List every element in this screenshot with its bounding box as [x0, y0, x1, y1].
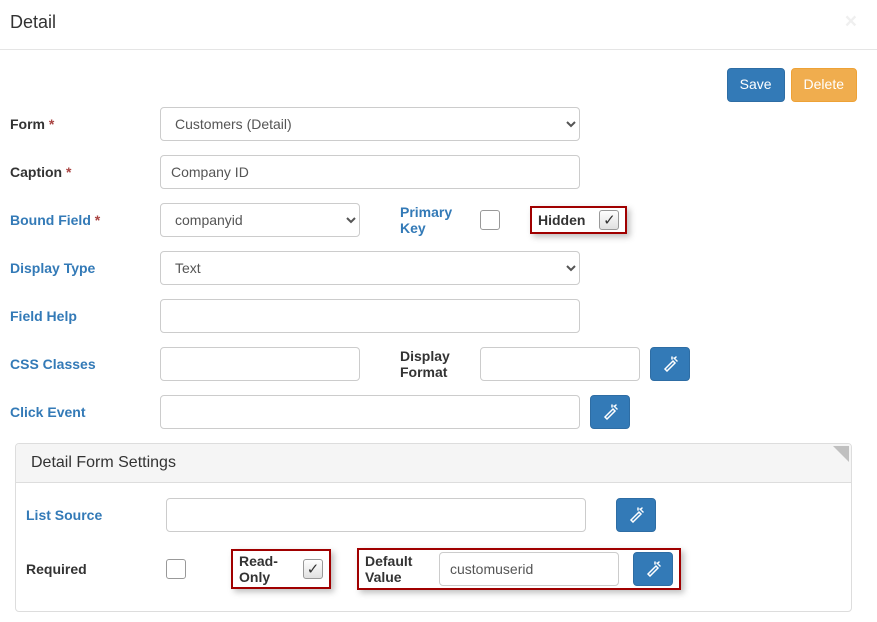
display-format-input[interactable] [480, 347, 640, 381]
primary-key-checkbox[interactable] [480, 210, 500, 230]
label-display-format: Display Format [400, 348, 470, 380]
label-hidden: Hidden [538, 212, 585, 228]
click-event-wizard-button[interactable] [590, 395, 630, 429]
required-checkbox[interactable] [166, 559, 186, 579]
label-primary-key[interactable]: Primary Key [400, 204, 470, 236]
magic-wand-icon [602, 404, 618, 420]
read-only-checkbox[interactable]: ✓ [303, 559, 323, 579]
caption-input[interactable] [160, 155, 580, 189]
magic-wand-icon [645, 561, 661, 577]
action-bar: Save Delete [0, 50, 877, 102]
scroll-indicator [833, 446, 849, 462]
label-caption: Caption * [10, 164, 160, 180]
list-source-wizard-button[interactable] [616, 498, 656, 532]
label-required: Required [26, 561, 166, 577]
detail-form-settings-panel: Detail Form Settings List Source Require… [15, 443, 852, 612]
hidden-checkbox[interactable]: ✓ [599, 210, 619, 230]
magic-wand-icon [662, 356, 678, 372]
default-value-highlight: Default Value [357, 548, 681, 590]
label-form: Form * [10, 116, 160, 132]
bound-field-select[interactable]: companyid [160, 203, 360, 237]
read-only-highlight: Read-Only ✓ [231, 549, 331, 589]
save-button[interactable]: Save [727, 68, 785, 102]
dialog-header: Detail × [0, 0, 877, 50]
form-body: Form * Customers (Detail) Caption * Boun… [0, 102, 877, 622]
label-field-help[interactable]: Field Help [10, 308, 160, 324]
list-source-input[interactable] [166, 498, 586, 532]
close-icon[interactable]: × [845, 10, 857, 34]
default-value-wizard-button[interactable] [633, 552, 673, 586]
label-read-only: Read-Only [239, 553, 289, 585]
display-type-select[interactable]: Text [160, 251, 580, 285]
label-default-value: Default Value [365, 553, 425, 585]
default-value-input[interactable] [439, 552, 619, 586]
label-click-event[interactable]: Click Event [10, 404, 160, 420]
label-bound-field[interactable]: Bound Field * [10, 212, 160, 228]
field-help-input[interactable] [160, 299, 580, 333]
hidden-highlight: Hidden ✓ [530, 206, 627, 234]
label-css-classes[interactable]: CSS Classes [10, 356, 160, 372]
form-select[interactable]: Customers (Detail) [160, 107, 580, 141]
label-display-type[interactable]: Display Type [10, 260, 160, 276]
page-title: Detail [10, 12, 56, 33]
css-classes-input[interactable] [160, 347, 360, 381]
label-list-source[interactable]: List Source [26, 507, 166, 523]
panel-heading: Detail Form Settings [16, 444, 851, 483]
display-format-wizard-button[interactable] [650, 347, 690, 381]
magic-wand-icon [628, 507, 644, 523]
click-event-input[interactable] [160, 395, 580, 429]
delete-button[interactable]: Delete [791, 68, 857, 102]
